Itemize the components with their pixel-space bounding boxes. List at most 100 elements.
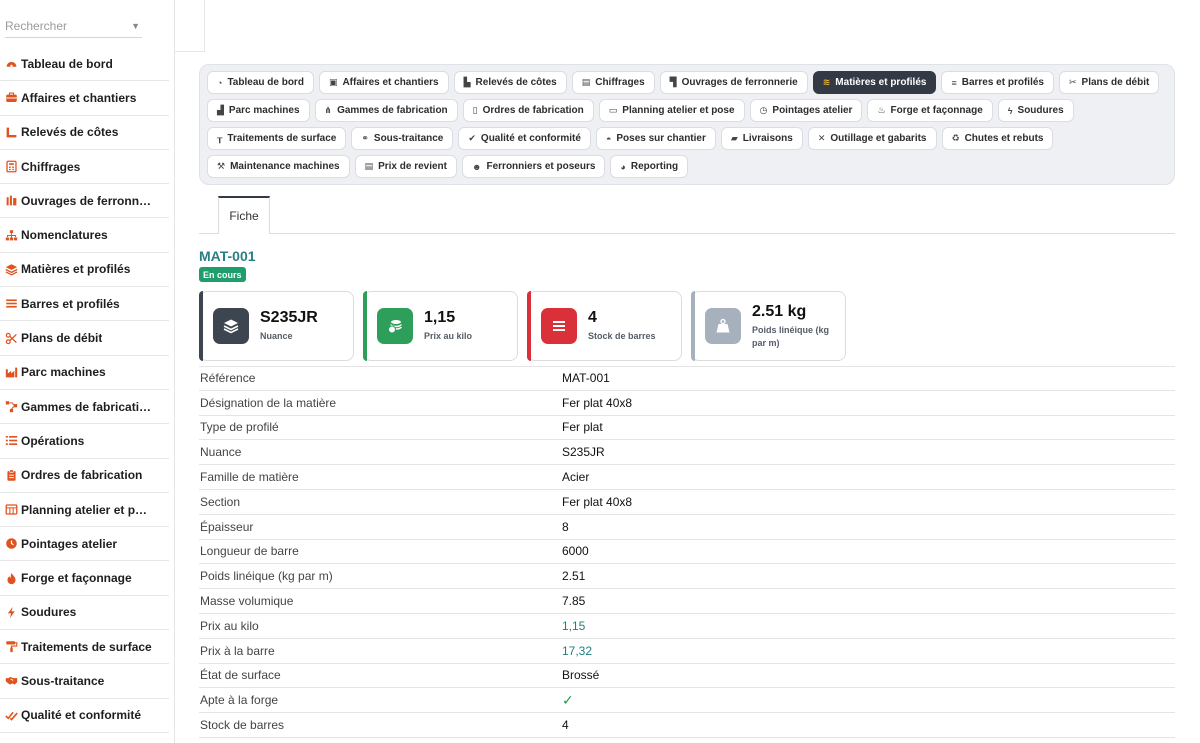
sidebar-item-label: Ouvrages de ferronn… (21, 193, 152, 208)
tab-receipt[interactable]: ▤ Prix de revient (354, 155, 457, 178)
card-text: 1,15 Prix au kilo (424, 309, 472, 343)
card-text: S235JR Nuance (260, 309, 318, 343)
tab-recycle[interactable]: ♻ Chutes et rebuts (941, 127, 1054, 150)
field-value: 6000 (562, 544, 589, 559)
tab-scissors[interactable]: ✂ Plans de débit (1058, 71, 1160, 94)
sidebar-item-flow[interactable]: Gammes de fabricati… (0, 390, 169, 425)
layers-icon (5, 262, 21, 276)
tab-fiche[interactable]: Fiche (218, 196, 270, 234)
table-row: Masse volumique 7.85 (199, 589, 1175, 614)
sidebar-item-gate[interactable]: Ouvrages de ferronn… (0, 184, 169, 219)
field-value: MAT-001 (562, 371, 610, 386)
sidebar-item-fire[interactable]: Forge et façonnage (0, 561, 169, 596)
list-icon (541, 308, 577, 344)
tab-label: Soudures (1017, 105, 1064, 116)
sidebar-item-calculator[interactable]: Chiffrages (0, 150, 169, 185)
field-value: S235JR (562, 445, 605, 460)
briefcase-icon: ▣ (328, 77, 338, 87)
field-value: Brossé (562, 668, 600, 683)
tab-ruler[interactable]: ▙ Relevés de côtes (453, 71, 567, 94)
table-row: Type de profilé Fer plat (199, 416, 1175, 441)
tab-flow[interactable]: ⋔ Gammes de fabrication (314, 99, 458, 122)
tab-label: Affaires et chantiers (342, 77, 439, 88)
sidebar-item-layers[interactable]: Matières et profilés (0, 253, 169, 288)
sidebar-item-check-double[interactable]: Qualité et conformité (0, 699, 169, 733)
tab-label: Matières et profilés (835, 77, 927, 88)
sidebar-item-label: Opérations (21, 433, 85, 448)
pie-chart-icon: ◕ (620, 161, 626, 172)
field-value: Fer plat 40x8 (562, 494, 633, 509)
paint-roller-icon: ┰ (217, 133, 223, 143)
sidebar-item-ruler[interactable]: Relevés de côtes (0, 116, 169, 150)
tab-helmet[interactable]: ◓ Poses sur chantier (595, 127, 716, 150)
calendar-icon (5, 503, 21, 517)
tab-check-double[interactable]: ✔ Qualité et conformité (458, 127, 591, 150)
tab-wrench[interactable]: ⚒ Maintenance machines (207, 155, 350, 178)
field-value: Fer plat (562, 420, 603, 435)
sidebar-item-list[interactable]: Opérations (0, 424, 169, 459)
tab-truck[interactable]: ▰ Livraisons (720, 127, 803, 150)
field-label: Désignation de la matière (200, 395, 337, 410)
search-input[interactable]: Rechercher ▼ (5, 14, 142, 38)
sidebar-item-handshake[interactable]: Sous-traitance (0, 664, 169, 699)
sidebar-item-dashboard[interactable]: Tableau de bord (0, 47, 169, 82)
tab-calculator[interactable]: ▤ Chiffrages (571, 71, 655, 94)
tab-handshake[interactable]: ⚭ Sous-traitance (351, 127, 454, 150)
sidebar-item-briefcase[interactable]: Affaires et chantiers (0, 81, 169, 116)
sidebar-item-clock[interactable]: Pointages atelier (0, 527, 169, 562)
sidebar-item-label: Gammes de fabricati… (21, 399, 152, 414)
tab-bolt[interactable]: ϟ Soudures (997, 99, 1074, 122)
field-label: Prix à la barre (200, 643, 275, 658)
sidebar-item-label: Planning atelier et p… (21, 502, 148, 517)
tab-label: Gammes de fabrication (337, 105, 448, 116)
list-icon (5, 434, 21, 448)
sidebar-item-label: Relevés de côtes (21, 125, 119, 140)
tab-layers[interactable]: ≋ Matières et profilés (812, 71, 937, 94)
sidebar-item-industry[interactable]: Parc machines (0, 356, 169, 390)
table-row: Désignation de la matière Fer plat 40x8 (199, 391, 1175, 416)
record-title: MAT-001 (199, 248, 256, 264)
tab-dashboard[interactable]: ◔ Tableau de bord (207, 71, 314, 94)
sidebar-item-bars[interactable]: Barres et profilés (0, 287, 169, 322)
tab-label: Maintenance machines (230, 161, 340, 172)
tab-pie-chart[interactable]: ◕ Reporting (610, 155, 689, 178)
sidebar-item-bolt[interactable]: Soudures (0, 596, 169, 631)
tab-users[interactable]: ☻ Ferronniers et poseurs (462, 155, 606, 178)
card-label: Nuance (260, 331, 293, 341)
tab-calendar[interactable]: ▭ Planning atelier et pose (598, 99, 745, 122)
sidebar-item-label: Matières et profilés (21, 262, 131, 277)
sidebar-item-clipboard[interactable]: Ordres de fabrication (0, 459, 169, 493)
tab-fire[interactable]: ♨ Forge et façonnage (867, 99, 993, 122)
kpi-card: 1,15 Prix au kilo (363, 291, 518, 361)
tab-tools[interactable]: ✕ Outillage et gabarits (807, 127, 937, 150)
calculator-icon (5, 160, 21, 174)
tab-bars[interactable]: ≡ Barres et profilés (941, 71, 1054, 94)
bars-icon: ≡ (951, 77, 957, 88)
sidebar-item-paint-roller[interactable]: Traitements de surface (0, 630, 169, 665)
bolt-icon: ϟ (1007, 105, 1013, 116)
tab-clock[interactable]: ◷ Pointages atelier (749, 99, 863, 122)
sidebar-item-label: Affaires et chantiers (21, 90, 137, 105)
sidebar-item-sitemap[interactable]: Nomenclatures (0, 218, 169, 253)
industry-icon (5, 365, 21, 379)
record-tabs: Fiche (199, 196, 1175, 234)
field-label: Épaisseur (200, 519, 254, 534)
card-accent (527, 291, 531, 361)
clipboard-icon: ▯ (472, 105, 478, 115)
sidebar-item-calendar[interactable]: Planning atelier et p… (0, 493, 169, 528)
tab-label: Parc machines (228, 105, 300, 116)
paint-roller-icon (5, 640, 21, 654)
tab-clipboard[interactable]: ▯ Ordres de fabrication (462, 99, 594, 122)
tab-paint-roller[interactable]: ┰ Traitements de surface (207, 127, 347, 150)
chevron-down-icon[interactable]: ▼ (131, 21, 140, 31)
sidebar-item-label: Nomenclatures (21, 228, 108, 243)
field-value: 4 (562, 718, 569, 733)
tab-industry[interactable]: ▟ Parc machines (207, 99, 310, 122)
tab-gate[interactable]: ▜ Ouvrages de ferronnerie (659, 71, 808, 94)
sidebar-item-scissors[interactable]: Plans de débit (0, 321, 169, 356)
tab-label: Ouvrages de ferronnerie (681, 77, 798, 88)
handshake-icon: ⚭ (361, 133, 369, 143)
check-double-icon: ✔ (468, 133, 476, 143)
card-text: 2.51 kg Poids linéique (kg par m) (752, 303, 834, 350)
tab-briefcase[interactable]: ▣ Affaires et chantiers (318, 71, 449, 94)
